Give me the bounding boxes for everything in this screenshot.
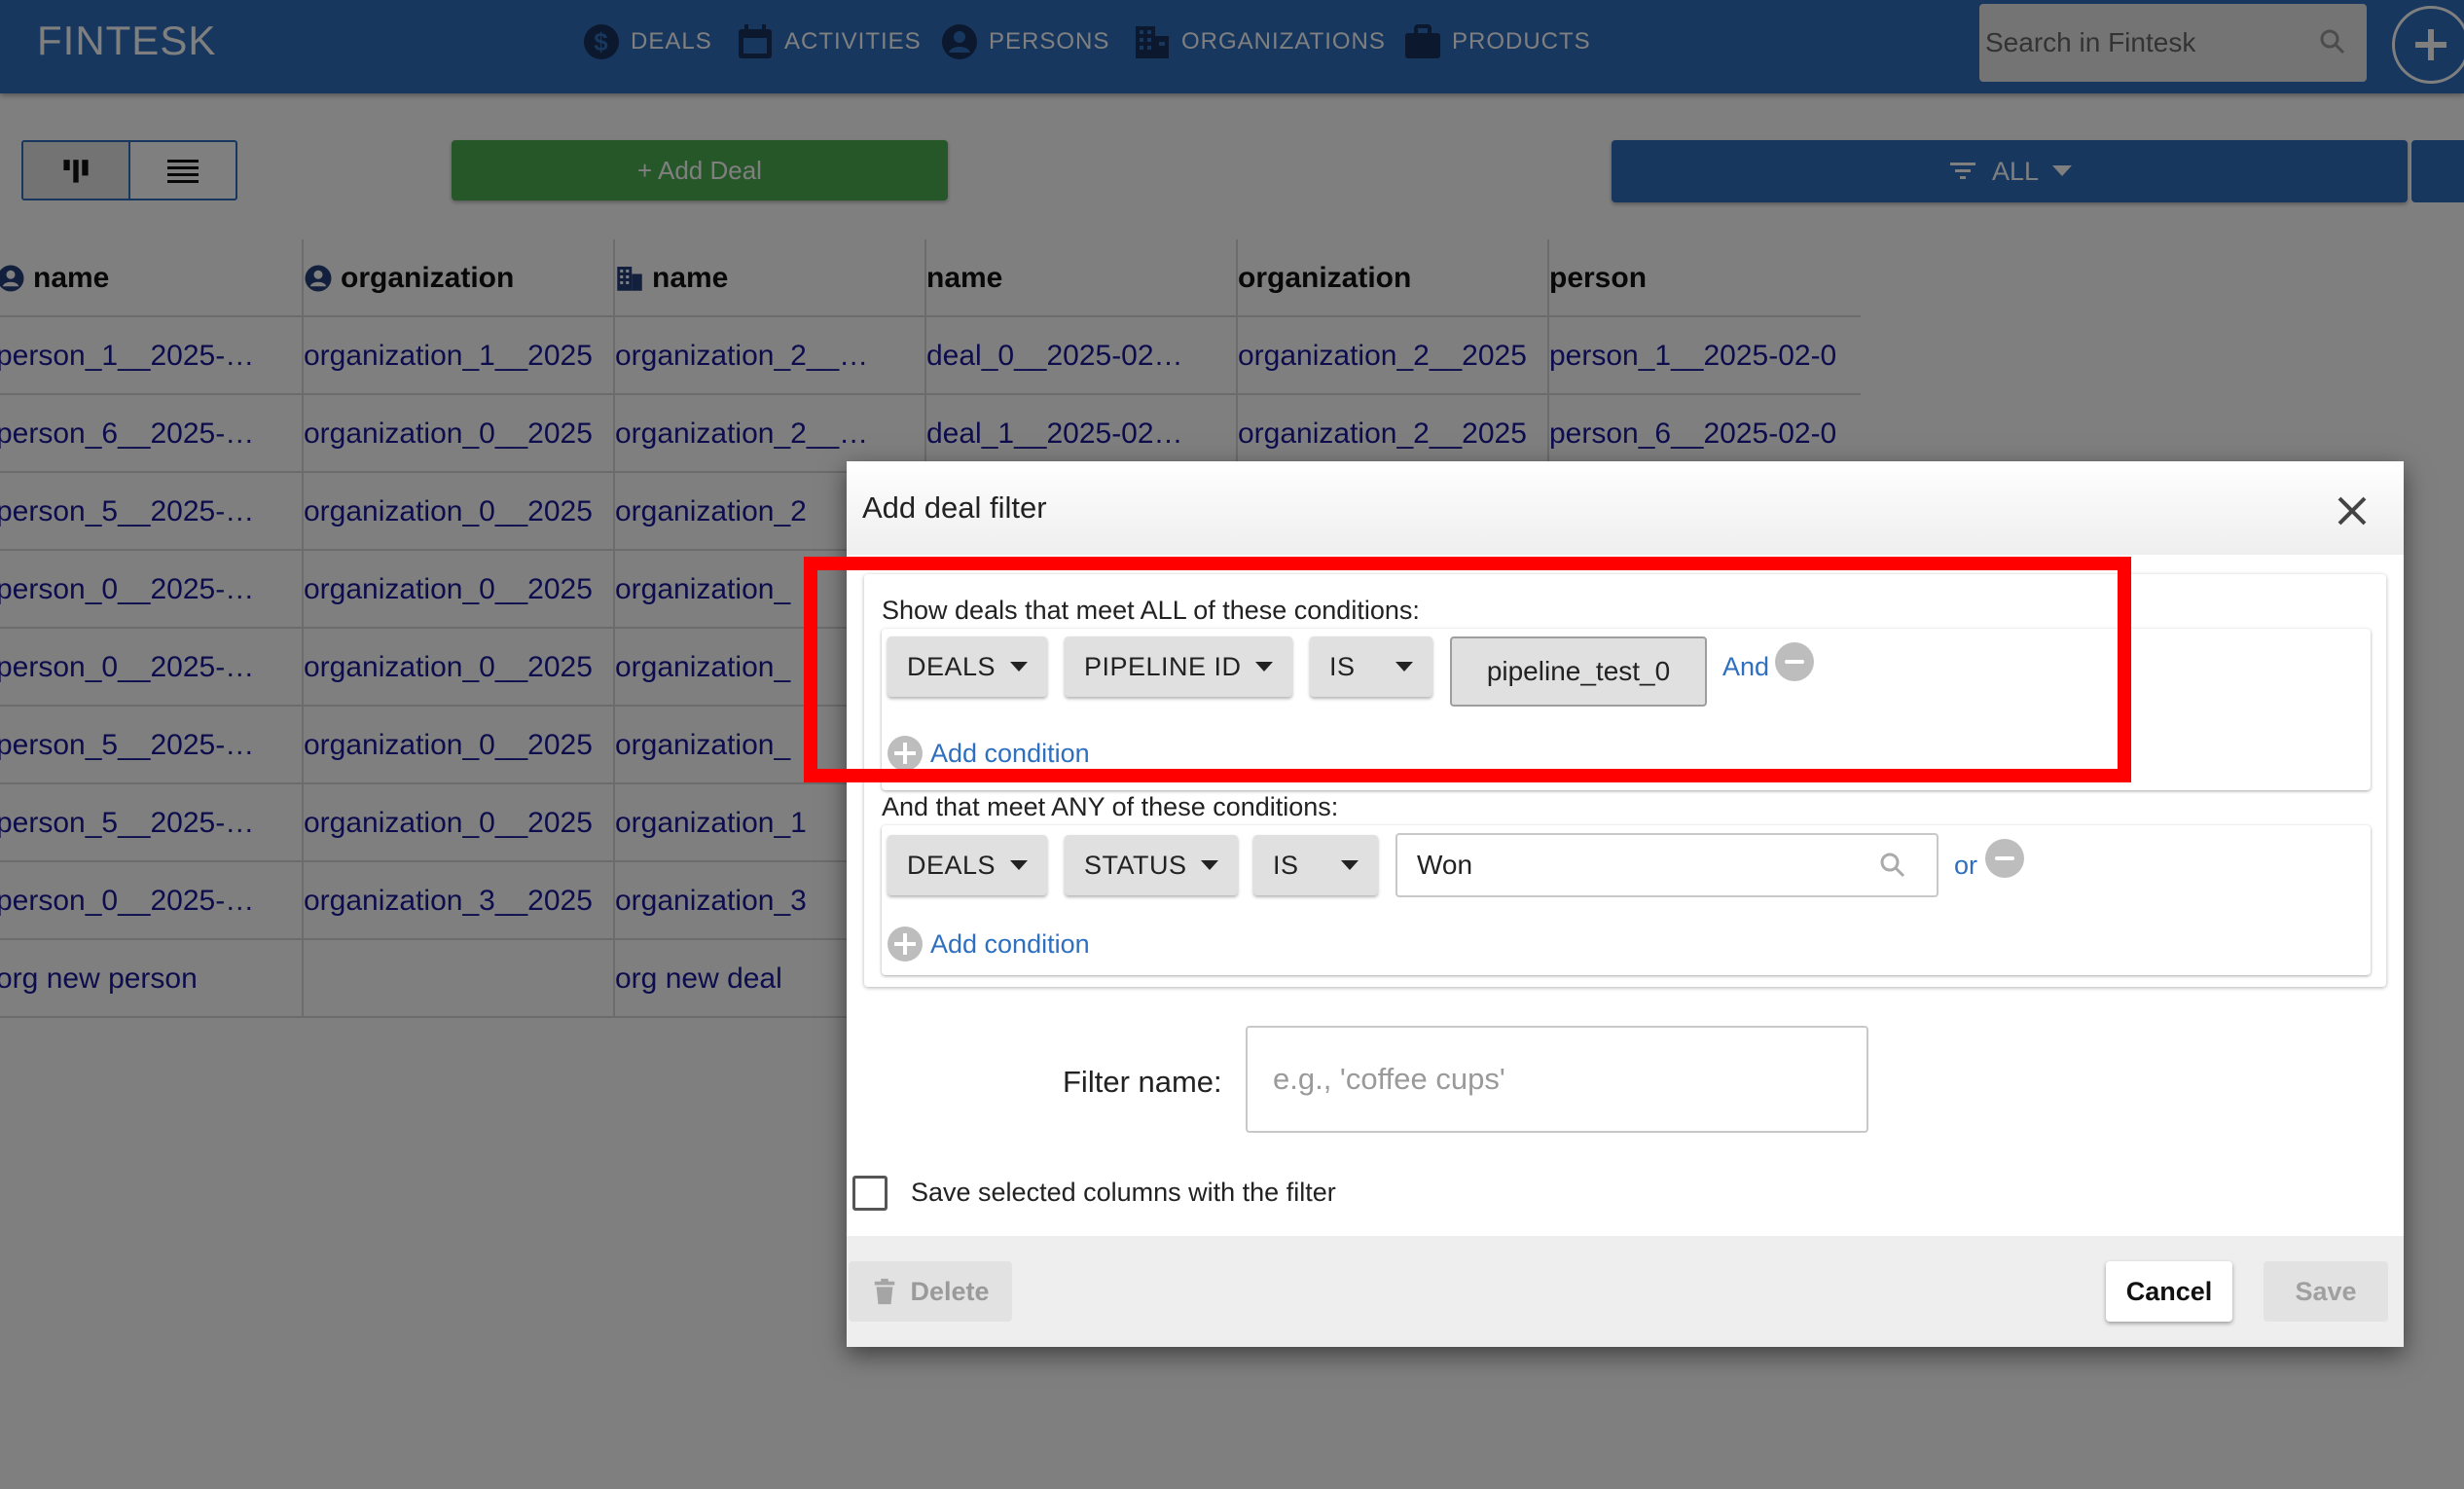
trash-icon [875,1278,895,1305]
caret-down-icon [1201,860,1218,870]
close-icon[interactable] [2336,494,2369,527]
save-columns-label[interactable]: Save selected columns with the filter [911,1178,1336,1208]
filter-name-field[interactable] [1246,1026,1868,1133]
status-value-input[interactable] [1397,835,1937,895]
any-field-select[interactable]: STATUS [1065,835,1238,895]
dialog-title: Add deal filter [862,490,1047,525]
search-icon [1880,853,1905,878]
highlight-box [804,557,2131,782]
or-connector-link[interactable]: or [1954,851,1977,881]
any-operator-select[interactable]: IS [1253,835,1378,895]
any-entity-select[interactable]: DEALS [888,835,1047,895]
any-value-search[interactable] [1395,833,1939,897]
remove-condition-icon[interactable] [1985,839,2024,878]
delete-button[interactable]: Delete [849,1261,1012,1322]
cancel-button[interactable]: Cancel [2106,1261,2232,1322]
filter-name-label: Filter name: [1063,1065,1222,1099]
save-columns-checkbox[interactable] [852,1176,888,1211]
save-button[interactable]: Save [2264,1261,2388,1322]
filter-name-input[interactable] [1248,1028,1866,1131]
dialog-header: Add deal filter [847,461,2404,555]
caret-down-icon [1341,860,1359,870]
any-conditions-label: And that meet ANY of these conditions: [882,792,1339,821]
caret-down-icon [1010,860,1028,870]
add-any-condition-button[interactable]: Add condition [886,925,1090,963]
add-circle-icon [888,926,923,962]
